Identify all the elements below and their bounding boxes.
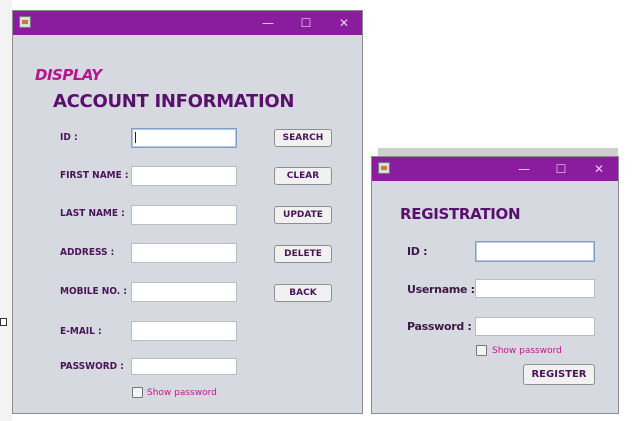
background-marker [0, 318, 7, 326]
password-field[interactable] [475, 317, 595, 336]
email-label: E-MAIL : [60, 326, 102, 337]
first-name-field[interactable] [131, 166, 237, 186]
update-button[interactable]: UPDATE [274, 206, 332, 224]
registration-window: — ☐ ✕ REGISTRATION ID : Username : Passw… [371, 156, 619, 414]
maximize-button[interactable]: ☐ [291, 13, 321, 33]
username-label: Username : [407, 283, 475, 296]
page-title: ACCOUNT INFORMATION [53, 91, 295, 112]
page-title: REGISTRATION [400, 205, 521, 223]
id-field[interactable] [475, 241, 595, 262]
id-label: ID : [407, 245, 428, 258]
search-button[interactable]: SEARCH [274, 129, 332, 147]
close-button[interactable]: ✕ [584, 159, 614, 179]
background-panel [0, 0, 12, 421]
java-app-icon [19, 16, 31, 28]
show-password-checkbox[interactable] [132, 387, 143, 398]
username-field[interactable] [475, 279, 595, 298]
minimize-button[interactable]: — [253, 13, 283, 33]
maximize-button[interactable]: ☐ [546, 159, 576, 179]
title-bar[interactable]: — ☐ ✕ [13, 11, 362, 35]
background-panel-top [378, 148, 618, 156]
mobile-number-field[interactable] [131, 282, 237, 302]
close-button[interactable]: ✕ [329, 13, 359, 33]
last-name-label: LAST NAME : [60, 208, 125, 219]
show-password-label[interactable]: Show password [147, 388, 217, 398]
title-bar[interactable]: — ☐ ✕ [372, 157, 618, 181]
text-caret [135, 132, 136, 143]
id-field[interactable] [131, 128, 237, 148]
delete-button[interactable]: DELETE [274, 245, 332, 263]
account-information-window: — ☐ ✕ DISPLAY ACCOUNT INFORMATION ID : F… [12, 10, 363, 414]
show-password-checkbox[interactable] [476, 345, 487, 356]
email-field[interactable] [131, 321, 237, 341]
id-label: ID : [60, 132, 78, 143]
first-name-label: FIRST NAME : [60, 170, 129, 181]
display-label: DISPLAY [35, 66, 102, 84]
show-password-label[interactable]: Show password [492, 346, 562, 356]
minimize-button[interactable]: — [509, 159, 539, 179]
password-label: Password : [407, 320, 472, 333]
password-label: PASSWORD : [60, 361, 124, 372]
java-app-icon [378, 162, 390, 174]
password-field[interactable] [131, 358, 237, 375]
address-label: ADDRESS : [60, 247, 115, 258]
address-field[interactable] [131, 243, 237, 263]
mobile-number-label: MOBILE NO. : [60, 286, 127, 297]
back-button[interactable]: BACK [274, 284, 332, 302]
register-button[interactable]: REGISTER [523, 364, 595, 385]
last-name-field[interactable] [131, 205, 237, 225]
clear-button[interactable]: CLEAR [274, 167, 332, 185]
